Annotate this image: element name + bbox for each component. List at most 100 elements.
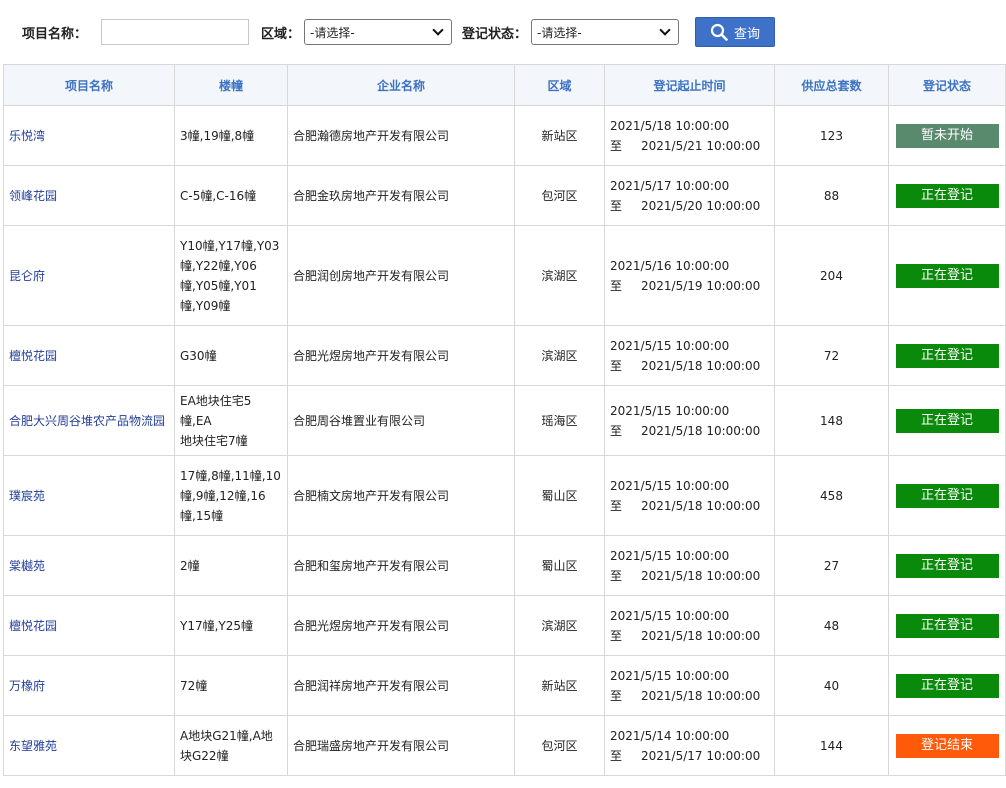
area-cell: 新站区	[514, 105, 605, 166]
project-name-link[interactable]: 乐悦湾	[3, 105, 175, 166]
status-cell: 登记结束	[888, 715, 1006, 776]
buildings-line: Y10幢,Y17幢,Y03	[180, 238, 280, 253]
end-time-line: 至 2021/5/18 10:00:00	[610, 566, 769, 586]
status-cell: 正在登记	[888, 655, 1006, 716]
end-time-line: 至 2021/5/20 10:00:00	[610, 196, 769, 216]
table-row: 昆仑府 Y10幢,Y17幢,Y03 幢,Y22幢,Y06 幢,Y05幢,Y01 幢,Y0…	[3, 225, 1006, 326]
status-badge[interactable]: 正在登记	[895, 343, 999, 368]
end-time-line: 至 2021/5/18 10:00:00	[610, 421, 769, 441]
company-cell: 合肥光煜房地产开发有限公司	[287, 325, 515, 386]
status-badge[interactable]: 正在登记	[895, 553, 999, 578]
status-cell: 正在登记	[888, 455, 1006, 536]
end-time-line: 至 2021/5/18 10:00:00	[610, 356, 769, 376]
buildings-line: 幢,9幢,12幢,16	[180, 488, 266, 503]
chevron-down-icon	[432, 24, 444, 36]
status-cell: 正在登记	[888, 165, 1006, 226]
to-word: 至	[610, 138, 623, 153]
project-name-link[interactable]: 檀悦花园	[3, 325, 175, 386]
project-name-link[interactable]: 东望雅苑	[3, 715, 175, 776]
time-cell: 2021/5/18 10:00:00 至 2021/5/21 10:00:00	[604, 105, 775, 166]
buildings-line: 17幢,8幢,11幢,10	[180, 468, 281, 483]
area-cell: 滨湖区	[514, 595, 605, 656]
company-cell: 合肥光煜房地产开发有限公司	[287, 595, 515, 656]
total-cell: 204	[774, 225, 889, 326]
buildings-cell: 3幢,19幢,8幢	[174, 105, 288, 166]
total-cell: 458	[774, 455, 889, 536]
status-badge[interactable]: 正在登记	[895, 408, 999, 433]
to-word: 至	[610, 688, 623, 703]
project-name-link[interactable]: 合肥大兴周谷堆农产品物流园	[3, 385, 175, 456]
area-select[interactable]: -请选择-	[304, 19, 453, 45]
start-time: 2021/5/17 10:00:00	[610, 178, 730, 193]
status-select[interactable]: -请选择-	[531, 19, 680, 45]
project-name-link[interactable]: 檀悦花园	[3, 595, 175, 656]
buildings-line: 幢,Y22幢,Y06	[180, 258, 257, 273]
status-badge[interactable]: 正在登记	[895, 483, 999, 508]
time-cell: 2021/5/15 10:00:00 至 2021/5/18 10:00:00	[604, 535, 775, 596]
buildings-line: 72幢	[180, 678, 208, 693]
table-row: 棠樾苑 2幢 合肥和玺房地产开发有限公司 蜀山区 2021/5/15 10:00:00 至…	[3, 535, 1006, 596]
company-cell: 合肥周谷堆置业有限公司	[287, 385, 515, 456]
status-badge[interactable]: 正在登记	[895, 183, 999, 208]
status-badge[interactable]: 正在登记	[895, 263, 999, 288]
table-row: 璞宸苑 17幢,8幢,11幢,10 幢,9幢,12幢,16 幢,15幢 合肥楠文房地产开…	[3, 455, 1006, 536]
end-time: 2021/5/18 10:00:00	[641, 688, 761, 703]
buildings-cell: G30幢	[174, 325, 288, 386]
total-cell: 123	[774, 105, 889, 166]
project-name-link[interactable]: 万橡府	[3, 655, 175, 716]
buildings-line: 幢,Y09幢	[180, 298, 231, 313]
end-time: 2021/5/18 10:00:00	[641, 498, 761, 513]
col-header-project-name: 项目名称	[3, 64, 175, 106]
buildings-line: 2幢	[180, 558, 200, 573]
to-word: 至	[610, 423, 623, 438]
start-time: 2021/5/15 10:00:00	[610, 478, 730, 493]
area-label: 区域：	[261, 26, 301, 42]
col-header-area: 区域	[514, 64, 605, 106]
total-cell: 144	[774, 715, 889, 776]
to-word: 至	[610, 198, 623, 213]
project-name-link[interactable]: 领峰花园	[3, 165, 175, 226]
company-cell: 合肥润创房地产开发有限公司	[287, 225, 515, 326]
project-table: 项目名称 楼幢 企业名称 区域 登记起止时间 供应总套数 登记状态 乐悦湾 3幢,19幢,8幢…	[3, 64, 1006, 776]
end-time: 2021/5/18 10:00:00	[641, 568, 761, 583]
project-name-link[interactable]: 昆仑府	[3, 225, 175, 326]
table-row: 领峰花园 C-5幢,C-16幢 合肥金玖房地产开发有限公司 包河区 2021/5/17 …	[3, 165, 1006, 226]
start-time: 2021/5/15 10:00:00	[610, 668, 730, 683]
query-button[interactable]: 查询	[695, 17, 776, 47]
status-badge[interactable]: 正在登记	[895, 613, 999, 638]
buildings-cell: 17幢,8幢,11幢,10 幢,9幢,12幢,16 幢,15幢	[174, 455, 288, 536]
status-badge[interactable]: 正在登记	[895, 673, 999, 698]
project-name-input[interactable]	[101, 19, 250, 45]
company-cell: 合肥瑞盛房地产开发有限公司	[287, 715, 515, 776]
project-name-link[interactable]: 棠樾苑	[3, 535, 175, 596]
end-time-line: 至 2021/5/17 10:00:00	[610, 746, 769, 766]
status-cell: 正在登记	[888, 595, 1006, 656]
table-row: 檀悦花园 Y17幢,Y25幢 合肥光煜房地产开发有限公司 滨湖区 2021/5/15 1…	[3, 595, 1006, 656]
col-header-buildings: 楼幢	[174, 64, 288, 106]
company-cell: 合肥和玺房地产开发有限公司	[287, 535, 515, 596]
project-name-link[interactable]: 璞宸苑	[3, 455, 175, 536]
start-time: 2021/5/15 10:00:00	[610, 608, 730, 623]
area-cell: 蜀山区	[514, 535, 605, 596]
buildings-line: 3幢,19幢,8幢	[180, 128, 255, 143]
status-badge[interactable]: 暂未开始	[895, 123, 999, 148]
buildings-line: 块G22幢	[180, 748, 229, 763]
area-cell: 滨湖区	[514, 225, 605, 326]
company-cell: 合肥金玖房地产开发有限公司	[287, 165, 515, 226]
status-badge[interactable]: 登记结束	[895, 733, 999, 758]
time-cell: 2021/5/15 10:00:00 至 2021/5/18 10:00:00	[604, 655, 775, 716]
total-cell: 148	[774, 385, 889, 456]
total-cell: 40	[774, 655, 889, 716]
end-time: 2021/5/18 10:00:00	[641, 358, 761, 373]
status-cell: 正在登记	[888, 225, 1006, 326]
area-cell: 包河区	[514, 715, 605, 776]
col-header-company: 企业名称	[287, 64, 515, 106]
search-icon	[710, 23, 728, 41]
buildings-line: 地块住宅7幢	[180, 433, 248, 448]
to-word: 至	[610, 748, 623, 763]
buildings-line: 幢,Y05幢,Y01	[180, 278, 257, 293]
area-select-value: -请选择-	[310, 25, 355, 40]
buildings-line: G30幢	[180, 348, 217, 363]
total-cell: 27	[774, 535, 889, 596]
end-time-line: 至 2021/5/18 10:00:00	[610, 626, 769, 646]
